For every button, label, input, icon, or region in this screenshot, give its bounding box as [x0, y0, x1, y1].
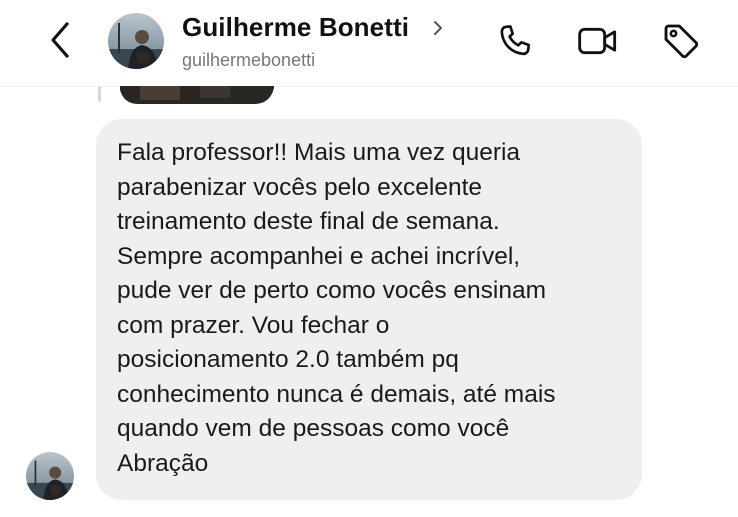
- phone-icon: [500, 25, 530, 56]
- message-line: Fala professor!! Mais uma vez queria: [117, 139, 521, 166]
- message-line: quando vem de pessoas como você: [117, 415, 510, 442]
- voice-call-button[interactable]: [493, 19, 537, 63]
- tag-icon: [664, 24, 699, 59]
- message-line: Abração: [117, 449, 209, 477]
- tag-button[interactable]: [659, 19, 703, 63]
- back-button[interactable]: [40, 20, 80, 60]
- message-line: conhecimento nunca é demais, até mais: [117, 380, 556, 408]
- video-camera-icon: [578, 27, 617, 55]
- message-line: Sempre acompanhei e achei incrível,: [117, 242, 521, 270]
- contact-avatar[interactable]: [108, 13, 164, 69]
- video-call-button[interactable]: [576, 19, 620, 63]
- chevron-right-icon[interactable]: [430, 18, 446, 38]
- previous-media-message[interactable]: [120, 86, 274, 104]
- message-line: pude ver de perto como vocês ensinam: [117, 277, 546, 304]
- contact-username[interactable]: guilhermebonetti: [182, 50, 315, 71]
- message-line: treinamento deste final de semana.: [117, 208, 500, 235]
- back-arrow-icon: [51, 22, 69, 58]
- sender-avatar[interactable]: [26, 452, 74, 500]
- conversation-header: Guilherme Bonetti guilhermebonetti: [0, 0, 738, 87]
- message-line: com prazer. Vou fechar o: [117, 311, 390, 339]
- reply-indicator-line: [98, 86, 101, 102]
- contact-name[interactable]: Guilherme Bonetti: [182, 12, 409, 43]
- message-line: posicionamento 2.0 também pq: [117, 346, 459, 373]
- message-line: parabenizar vocês pelo excelente: [117, 173, 483, 201]
- message-bubble[interactable]: Fala professor!! Mais uma vez queria par…: [96, 119, 642, 500]
